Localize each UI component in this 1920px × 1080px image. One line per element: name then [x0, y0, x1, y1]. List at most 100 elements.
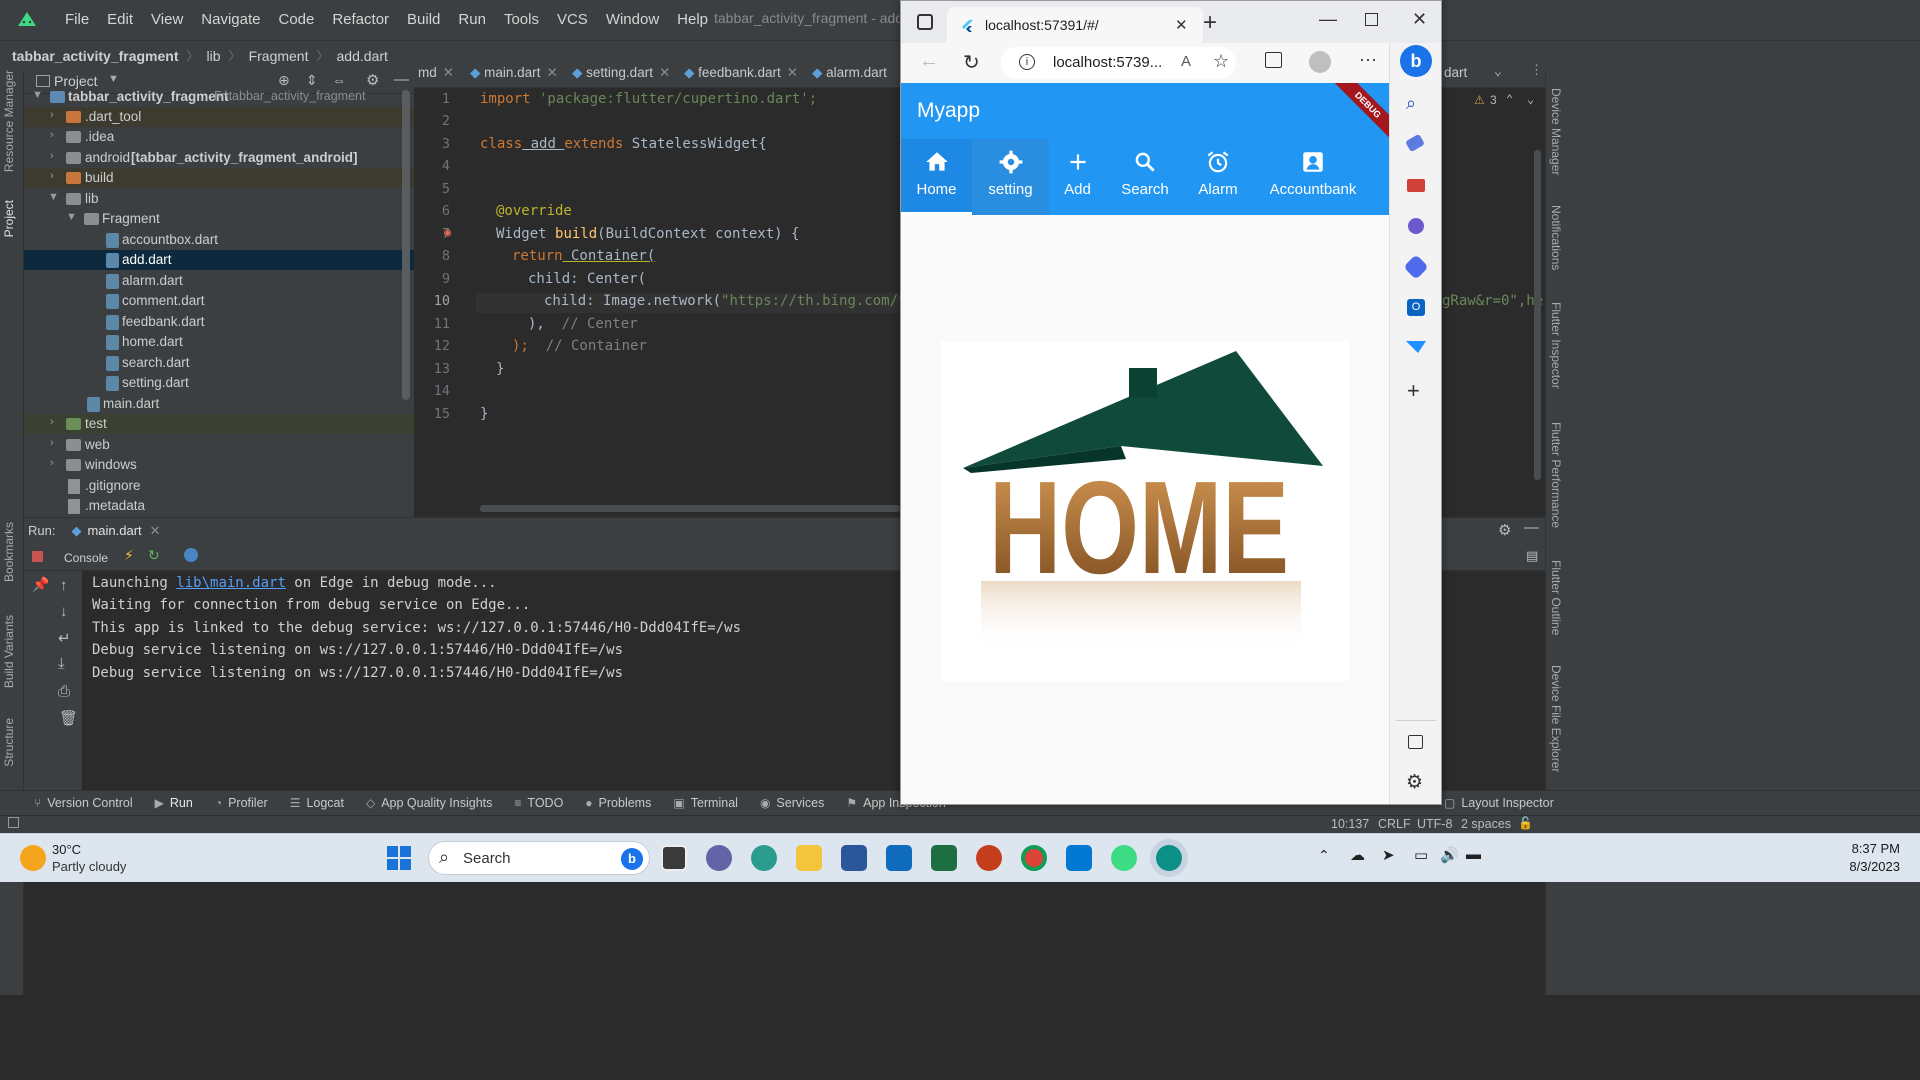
vtab-flutter-inspector[interactable]: Flutter Inspector: [1549, 302, 1563, 389]
tree-root[interactable]: ▼ tabbar_activity_fragment F:\tabbar_act…: [24, 87, 414, 107]
menu-tools[interactable]: Tools: [495, 0, 548, 40]
split-screen-icon[interactable]: [1265, 52, 1282, 68]
layout-icon[interactable]: ▤: [1526, 548, 1538, 564]
excel-icon[interactable]: [931, 845, 957, 871]
menu-help[interactable]: Help: [668, 0, 717, 40]
inspection-count[interactable]: 3: [1490, 93, 1497, 107]
tree-item-feedbank[interactable]: feedbank.dart: [24, 312, 414, 332]
tree-item-idea[interactable]: › .idea: [24, 127, 414, 147]
tab-accountbank[interactable]: Accountbank: [1252, 139, 1374, 215]
collapse-all-icon[interactable]: ⇔: [332, 72, 346, 88]
menu-build[interactable]: Build: [398, 0, 449, 40]
tree-item-test[interactable]: › test: [24, 414, 414, 434]
vscode-icon[interactable]: [1066, 845, 1092, 871]
chevron-up-icon[interactable]: ⌃: [1318, 847, 1330, 864]
powerpoint-icon[interactable]: [976, 845, 1002, 871]
tab-logcat[interactable]: ☰ Logcat: [290, 796, 344, 810]
tab-version-control[interactable]: ⑂ Version Control: [34, 796, 133, 810]
editor-horizontal-scrollbar[interactable]: [480, 505, 900, 512]
tab-problems[interactable]: ● Problems: [585, 796, 651, 810]
vtab-bookmarks[interactable]: Bookmarks: [2, 522, 16, 582]
close-tab-icon[interactable]: ✕: [1175, 16, 1188, 34]
breadcrumb-file[interactable]: add.dart: [337, 48, 388, 64]
tree-item-windows[interactable]: › windows: [24, 455, 414, 475]
volume-icon[interactable]: 🔊: [1440, 846, 1459, 864]
address-bar[interactable]: i localhost:5739... A ☆: [1001, 47, 1236, 79]
tree-item-fragment[interactable]: ▼ Fragment: [24, 209, 414, 229]
arrow-down-icon[interactable]: ↓: [60, 603, 68, 620]
tree-item-build[interactable]: › build: [24, 168, 414, 188]
add-sidebar-icon[interactable]: +: [1407, 378, 1420, 404]
tree-item-metadata[interactable]: .metadata: [24, 496, 414, 516]
tab-layout-inspector[interactable]: ▢ Layout Inspector: [1444, 796, 1554, 810]
more-options-icon[interactable]: ···: [1359, 49, 1377, 70]
tab-add[interactable]: Add: [1049, 139, 1106, 215]
breadcrumb-fragment[interactable]: Fragment: [249, 48, 309, 64]
games-icon[interactable]: [1408, 218, 1424, 234]
tab-setting[interactable]: setting: [972, 139, 1049, 215]
close-icon[interactable]: ✕: [150, 523, 161, 539]
tree-item-alarm[interactable]: alarm.dart: [24, 271, 414, 291]
back-icon[interactable]: ←: [919, 50, 939, 73]
editor-tab-label[interactable]: dart: [1444, 65, 1467, 80]
tab-terminal[interactable]: ▣ Terminal: [673, 796, 738, 810]
word-icon[interactable]: [841, 845, 867, 871]
android-studio-icon[interactable]: [1111, 845, 1137, 871]
lock-icon[interactable]: 🔓: [1518, 816, 1533, 830]
close-window-icon[interactable]: ✕: [1412, 9, 1427, 30]
file-explorer-icon[interactable]: [796, 845, 822, 871]
site-info-icon[interactable]: i: [1019, 54, 1035, 70]
search-icon[interactable]: ⌕: [1406, 93, 1416, 114]
tree-item-comment[interactable]: comment.dart: [24, 291, 414, 311]
editor-tab-md[interactable]: md ✕: [418, 65, 454, 81]
editor-tab-setting[interactable]: ◆ setting.dart ✕: [572, 65, 670, 81]
tab-run[interactable]: ▶ Run: [155, 796, 193, 810]
menu-file[interactable]: File: [56, 0, 98, 40]
run-config-tab[interactable]: main.dart: [87, 523, 141, 538]
tab-profiler[interactable]: ◔ Profiler: [215, 796, 268, 810]
gear-icon[interactable]: ⚙: [1498, 521, 1511, 539]
tab-actions-icon[interactable]: [917, 14, 933, 30]
chevron-down-icon[interactable]: ⌄: [1527, 92, 1534, 106]
trash-icon[interactable]: 🗑: [59, 709, 78, 727]
vtab-build-variants[interactable]: Build Variants: [2, 615, 16, 688]
hot-reload-icon[interactable]: ⚡: [124, 547, 134, 564]
arrow-up-icon[interactable]: ↑: [60, 577, 68, 594]
tree-item-home[interactable]: home.dart: [24, 332, 414, 352]
chevron-up-icon[interactable]: ⌃: [1506, 92, 1513, 106]
tree-item-web[interactable]: › web: [24, 435, 414, 455]
minimize-icon[interactable]: —: [394, 71, 409, 88]
weather-description[interactable]: Partly cloudy: [52, 859, 126, 874]
start-icon[interactable]: [387, 846, 411, 870]
profile-avatar-icon[interactable]: [1309, 51, 1331, 73]
tab-services[interactable]: ◉ Services: [760, 796, 824, 810]
chrome-icon[interactable]: [1021, 845, 1047, 871]
browser-tab[interactable]: localhost:57391/#/ ✕: [947, 7, 1203, 43]
minimize-window-icon[interactable]: —: [1319, 9, 1337, 30]
read-aloud-icon[interactable]: A: [1181, 53, 1191, 70]
chevron-down-icon[interactable]: ▼: [108, 73, 119, 85]
vtab-flutter-performance[interactable]: Flutter Performance: [1549, 422, 1563, 528]
refresh-icon[interactable]: ↻: [963, 50, 980, 75]
editor-tab-feedbank[interactable]: ◆ feedbank.dart ✕: [684, 65, 798, 81]
menu-run[interactable]: Run: [449, 0, 495, 40]
clock-time[interactable]: 8:37 PM: [1830, 841, 1900, 856]
vtab-resource-manager[interactable]: Resource Manager: [2, 70, 16, 172]
tab-alarm[interactable]: Alarm: [1184, 139, 1252, 215]
tree-item-setting[interactable]: setting.dart: [24, 373, 414, 393]
tab-search[interactable]: Search: [1106, 139, 1184, 215]
pin-icon[interactable]: 📌: [32, 576, 49, 593]
microsoft365-icon[interactable]: [1403, 254, 1429, 280]
editor-tab-main[interactable]: ◆ main.dart ✕: [470, 65, 558, 81]
tools-icon[interactable]: [1407, 179, 1425, 192]
tree-item-main[interactable]: main.dart: [24, 394, 414, 414]
console-tab[interactable]: Console: [64, 551, 108, 565]
send-icon[interactable]: [1406, 341, 1426, 353]
vtab-project[interactable]: Project: [2, 200, 16, 237]
breadcrumb-project[interactable]: tabbar_activity_fragment: [12, 48, 179, 64]
minimize-icon[interactable]: —: [1524, 519, 1539, 536]
tab-app-quality-insights[interactable]: ◇ App Quality Insights: [366, 796, 492, 810]
vtab-flutter-outline[interactable]: Flutter Outline: [1549, 560, 1563, 635]
vtab-device-file-explorer[interactable]: Device File Explorer: [1549, 665, 1563, 772]
teams-icon[interactable]: [706, 845, 732, 871]
